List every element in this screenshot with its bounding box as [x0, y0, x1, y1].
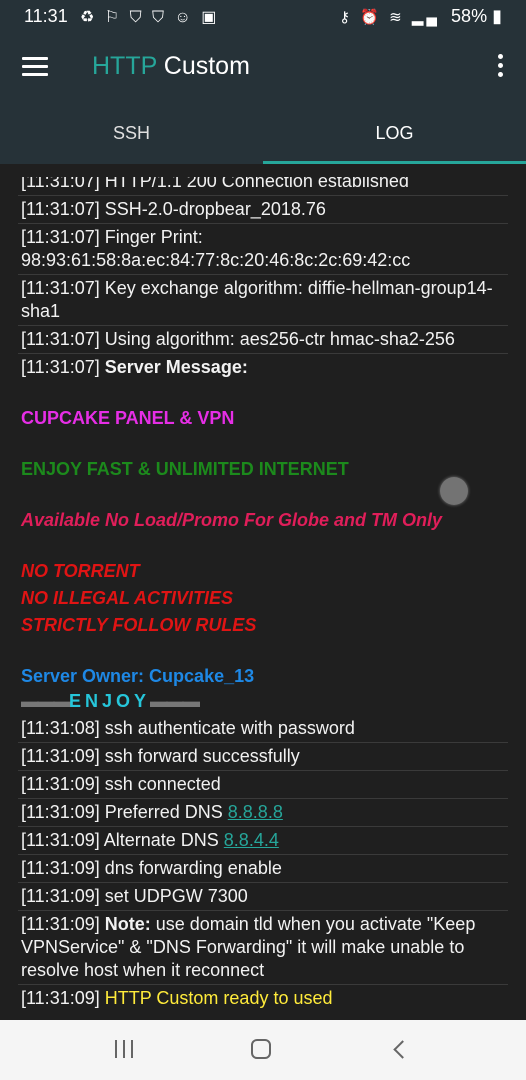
message-owner: Server Owner: Cupcake_13: [21, 666, 255, 686]
enjoy-text: ENJOY: [69, 691, 151, 711]
message-enjoy-banner: ▬▬▬ENJOY▬▬▬: [18, 690, 508, 715]
status-right: ⚷ ⏰ ≋ ▂▄ 58% ▮: [339, 6, 502, 27]
log-line: [11:31:07] SSH-2.0-dropbear_2018.76: [18, 196, 508, 224]
back-icon[interactable]: [380, 1034, 420, 1066]
navigation-bar: [0, 1020, 526, 1080]
log-line-text: [11:31:07] HTTP/1.1 200 Connection estab…: [21, 177, 409, 191]
note-line: [11:31:09] Note: use domain tld when you…: [18, 911, 508, 985]
log-list: [11:31:07] HTTP/1.1 200 Connection estab…: [18, 177, 508, 1012]
preferred-dns-line: [11:31:09] Preferred DNS 8.8.8.8: [18, 799, 508, 827]
hamburger-menu-icon[interactable]: [22, 57, 48, 77]
alternate-dns-link[interactable]: 8.8.4.4: [224, 830, 279, 850]
log-line: [11:31:07] HTTP/1.1 200 Connection estab…: [18, 177, 508, 196]
message-no-torrent: NO TORRENT: [21, 561, 140, 581]
home-icon[interactable]: [241, 1034, 281, 1066]
app-title-rest: Custom: [156, 52, 250, 80]
app-bar: HTTP Custom: [0, 32, 526, 104]
log-line: [11:31:07] Finger Print: 98:93:61:58:8a:…: [18, 224, 508, 275]
enjoy-deco-left: ▬▬▬: [21, 691, 71, 711]
preferred-dns-link[interactable]: 8.8.8.8: [228, 802, 283, 822]
tab-ssh[interactable]: SSH: [0, 104, 263, 164]
preferred-dns-prefix: [11:31:09] Preferred DNS: [21, 802, 228, 822]
status-bar: 11:31 ♻ ⚐ ⛉ ⛉ ☺ ▣ ⚷ ⏰ ≋ ▂▄ 58% ▮: [0, 0, 526, 32]
note-time: [11:31:09]: [21, 914, 105, 934]
tab-log[interactable]: LOG: [263, 104, 526, 164]
log-line: [11:31:09] dns forwarding enable: [18, 855, 508, 883]
touch-indicator: [440, 477, 468, 505]
server-message-time: [11:31:07]: [21, 357, 105, 377]
log-line: [11:31:09] set UDPGW 7300: [18, 883, 508, 911]
notification-icons: ♻ ⚐ ⛉ ⛉ ☺ ▣: [80, 9, 220, 26]
ready-line: [11:31:09] HTTP Custom ready to used: [18, 985, 508, 1012]
tab-bar: SSH LOG: [0, 104, 526, 164]
app-title-accent: HTTP: [92, 52, 157, 80]
log-line: [11:31:09] ssh forward successfully: [18, 743, 508, 771]
ready-text: HTTP Custom ready to used: [104, 988, 333, 1008]
more-options-icon[interactable]: [496, 54, 504, 80]
app-title: HTTP Custom: [92, 52, 250, 81]
message-enjoy-fast: ENJOY FAST & UNLIMITED INTERNET: [21, 459, 349, 479]
alternate-dns-line: [11:31:09] Alternate DNS 8.8.4.4: [18, 827, 508, 855]
message-no-illegal: NO ILLEGAL ACTIVITIES: [21, 588, 234, 608]
log-line: [11:31:07] Key exchange algorithm: diffi…: [18, 275, 508, 326]
battery-icon: ▮: [492, 6, 502, 26]
log-panel[interactable]: [11:31:07] HTTP/1.1 200 Connection estab…: [0, 164, 526, 1020]
log-line: [11:31:09] ssh connected: [18, 771, 508, 799]
alternate-dns-prefix: [11:31:09] Alternate DNS: [21, 830, 224, 850]
system-icons: ⚷ ⏰ ≋ ▂▄: [339, 9, 441, 26]
log-line: [11:31:08] ssh authenticate with passwor…: [18, 715, 508, 743]
battery-percent: 58%: [451, 6, 488, 26]
note-label: Note:: [104, 914, 151, 934]
log-line: [11:31:07] Using algorithm: aes256-ctr h…: [18, 326, 508, 354]
message-follow-rules: STRICTLY FOLLOW RULES: [21, 615, 257, 635]
message-available: Available No Load/Promo For Globe and TM…: [21, 510, 443, 530]
message-panel-name: CUPCAKE PANEL & VPN: [21, 408, 235, 428]
server-message-line: [11:31:07] Server Message:: [18, 354, 508, 381]
ready-time: [11:31:09]: [21, 988, 105, 1008]
recent-apps-icon[interactable]: [105, 1034, 145, 1066]
status-time: 11:31: [24, 6, 68, 26]
server-message-label: Server Message:: [104, 357, 248, 377]
enjoy-deco-right: ▬▬▬: [150, 691, 200, 711]
